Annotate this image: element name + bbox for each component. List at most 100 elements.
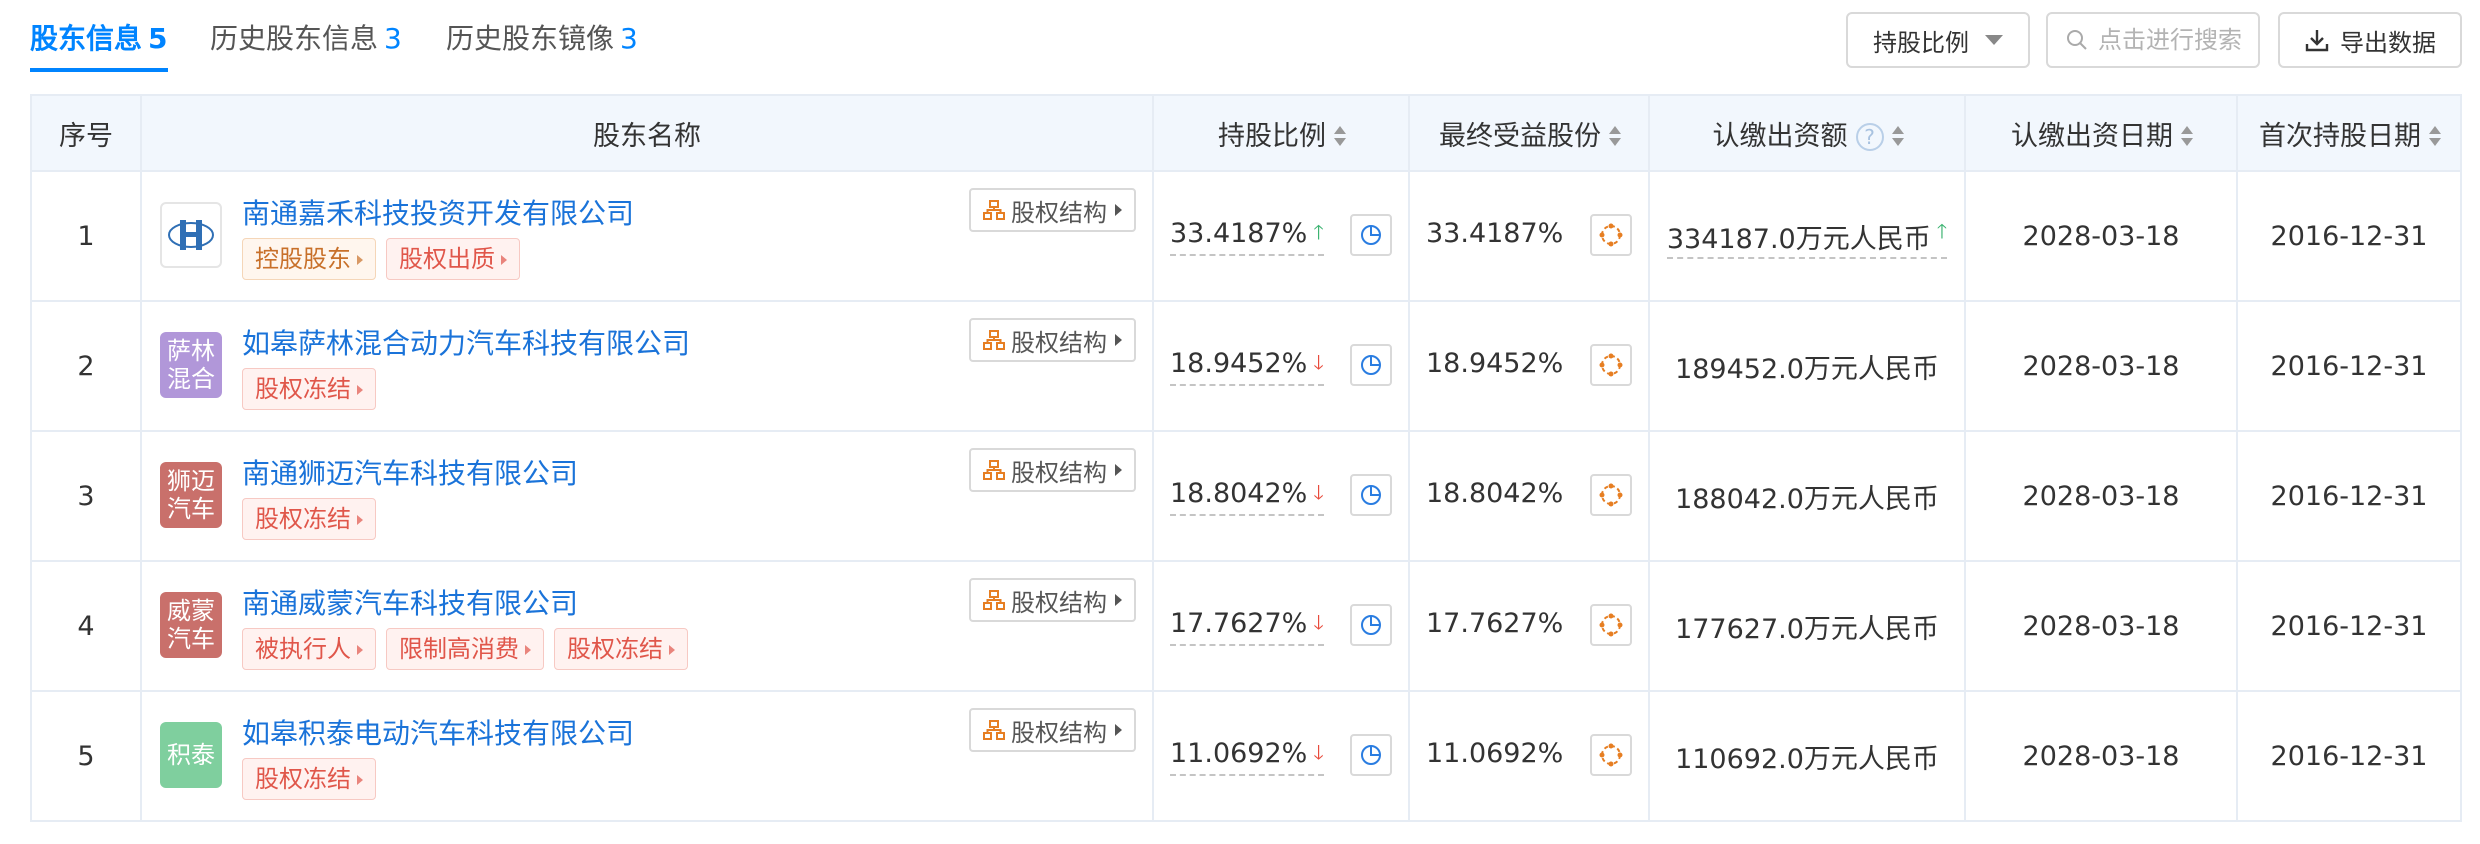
tab-history-shareholder-mirror[interactable]: 历史股东镜像 3 xyxy=(446,14,638,64)
search-input[interactable] xyxy=(2098,26,2258,54)
cell-index: 1 xyxy=(30,170,142,302)
help-icon[interactable]: ? xyxy=(1855,123,1884,151)
shareholder-table: 序号 股东名称 持股比例 最终受益股份 认缴出资额? 认缴出资日期 首次持股日期… xyxy=(30,94,2462,822)
tag-list: 被执行人 限制高消费 股权冻结 xyxy=(242,628,688,670)
pie-chart-icon[interactable] xyxy=(1350,344,1392,386)
arrow-up-icon: 🡑 xyxy=(1936,218,1948,243)
cell-ratio: 33.4187% 🡑 xyxy=(1152,170,1410,302)
search-icon xyxy=(2067,30,2087,50)
cell-capital-date: 2028-03-18 xyxy=(1964,170,2238,302)
pie-chart-icon[interactable] xyxy=(1350,604,1392,646)
pie-chart-icon[interactable] xyxy=(1350,734,1392,776)
penetration-icon[interactable] xyxy=(1590,604,1632,646)
company-logo-mark xyxy=(168,220,214,250)
caret-right-icon xyxy=(501,255,507,265)
caret-right-icon xyxy=(357,515,363,525)
cell-benefit: 33.4187% xyxy=(1408,170,1650,302)
header-capital[interactable]: 认缴出资额? xyxy=(1648,94,1966,172)
table-row: 2 萨林 混合 如皋萨林混合动力汽车科技有限公司 股权冻结 股权结构 18.945… xyxy=(30,300,2462,432)
cell-benefit: 17.7627% xyxy=(1408,560,1650,692)
search-box[interactable] xyxy=(2046,12,2260,68)
sort-icon[interactable] xyxy=(1609,126,1621,148)
ratio-value[interactable]: 18.9452% 🡓 xyxy=(1170,348,1324,386)
penetration-icon[interactable] xyxy=(1590,344,1632,386)
header-benefit[interactable]: 最终受益股份 xyxy=(1408,94,1650,172)
sort-icon[interactable] xyxy=(2429,126,2441,148)
penetration-icon[interactable] xyxy=(1590,734,1632,776)
table-row: 4 威蒙 汽车 南通威蒙汽车科技有限公司 被执行人 限制高消费 股权冻结 股权结构 1… xyxy=(30,560,2462,692)
caret-right-icon xyxy=(357,645,363,655)
equity-structure-button[interactable]: 股权结构 xyxy=(969,448,1136,492)
tag-list: 控股股东 股权出质 xyxy=(242,238,520,280)
cell-index: 4 xyxy=(30,560,142,692)
cell-ratio: 11.0692% 🡓 xyxy=(1152,690,1410,822)
risk-tag[interactable]: 被执行人 xyxy=(242,628,376,670)
chevron-down-icon xyxy=(1985,35,2003,45)
caret-right-icon xyxy=(1115,594,1122,606)
company-logo: 狮迈 汽车 xyxy=(160,462,222,528)
tag-list: 股权冻结 xyxy=(242,758,376,800)
ratio-value[interactable]: 11.0692% 🡓 xyxy=(1170,738,1324,776)
penetration-icon[interactable] xyxy=(1590,214,1632,256)
cell-ratio: 18.9452% 🡓 xyxy=(1152,300,1410,432)
download-icon xyxy=(2305,30,2329,52)
equity-structure-button[interactable]: 股权结构 xyxy=(969,578,1136,622)
company-logo: 萨林 混合 xyxy=(160,332,222,398)
risk-tag[interactable]: 股权出质 xyxy=(386,238,520,280)
ratio-value[interactable]: 17.7627% 🡓 xyxy=(1170,608,1324,646)
tab-history-shareholder-info[interactable]: 历史股东信息 3 xyxy=(210,14,402,64)
ratio-filter-dropdown[interactable]: 持股比例 xyxy=(1846,12,2030,68)
sort-icon[interactable] xyxy=(1334,126,1346,148)
org-chart-icon xyxy=(983,460,1005,480)
cell-name: 狮迈 汽车 南通狮迈汽车科技有限公司 股权冻结 股权结构 xyxy=(140,430,1154,562)
risk-tag[interactable]: 股权冻结 xyxy=(554,628,688,670)
header-first-date[interactable]: 首次持股日期 xyxy=(2236,94,2462,172)
cell-capital-date: 2028-03-18 xyxy=(1964,300,2238,432)
caret-right-icon xyxy=(669,645,675,655)
company-link[interactable]: 如皋积泰电动汽车科技有限公司 xyxy=(242,712,634,752)
tab-shareholder-info[interactable]: 股东信息 5 xyxy=(30,14,168,72)
equity-structure-button[interactable]: 股权结构 xyxy=(969,318,1136,362)
company-link[interactable]: 南通威蒙汽车科技有限公司 xyxy=(242,582,578,622)
cell-capital-date: 2028-03-18 xyxy=(1964,560,2238,692)
top-bar: 股东信息5 历史股东信息3 历史股东镜像3 持股比例 导出数据 xyxy=(0,0,2480,94)
equity-structure-button[interactable]: 股权结构 xyxy=(969,708,1136,752)
equity-structure-button[interactable]: 股权结构 xyxy=(969,188,1136,232)
caret-right-icon xyxy=(357,775,363,785)
cell-first-date: 2016-12-31 xyxy=(2236,560,2462,692)
pie-chart-icon[interactable] xyxy=(1350,474,1392,516)
header-capital-date[interactable]: 认缴出资日期 xyxy=(1964,94,2238,172)
risk-tag[interactable]: 限制高消费 xyxy=(386,628,544,670)
caret-right-icon xyxy=(525,645,531,655)
sort-icon[interactable] xyxy=(2181,126,2193,148)
company-logo: 威蒙 汽车 xyxy=(160,592,222,658)
risk-tag[interactable]: 股权冻结 xyxy=(242,368,376,410)
org-chart-icon xyxy=(983,720,1005,740)
tab-count: 3 xyxy=(384,22,402,55)
company-link[interactable]: 如皋萨林混合动力汽车科技有限公司 xyxy=(242,322,690,362)
tag-list: 股权冻结 xyxy=(242,368,376,410)
company-link[interactable]: 南通狮迈汽车科技有限公司 xyxy=(242,452,578,492)
risk-tag[interactable]: 股权冻结 xyxy=(242,758,376,800)
cell-benefit: 18.8042% xyxy=(1408,430,1650,562)
arrow-down-icon: 🡓 xyxy=(1313,480,1324,504)
ratio-value[interactable]: 33.4187% 🡑 xyxy=(1170,218,1324,256)
risk-tag[interactable]: 股权冻结 xyxy=(242,498,376,540)
ratio-filter-label: 持股比例 xyxy=(1873,28,1969,57)
header-ratio[interactable]: 持股比例 xyxy=(1152,94,1410,172)
pie-chart-icon[interactable] xyxy=(1350,214,1392,256)
cell-first-date: 2016-12-31 xyxy=(2236,170,2462,302)
company-logo: 积泰 xyxy=(160,722,222,788)
benefit-value: 33.4187% xyxy=(1426,218,1564,249)
cell-first-date: 2016-12-31 xyxy=(2236,430,2462,562)
penetration-icon[interactable] xyxy=(1590,474,1632,516)
company-link[interactable]: 南通嘉禾科技投资开发有限公司 xyxy=(242,192,634,232)
sort-icon[interactable] xyxy=(1891,126,1904,148)
export-data-button[interactable]: 导出数据 xyxy=(2278,12,2462,68)
cell-first-date: 2016-12-31 xyxy=(2236,300,2462,432)
caret-right-icon xyxy=(357,255,363,265)
benefit-value: 18.8042% xyxy=(1426,478,1564,509)
risk-tag[interactable]: 控股股东 xyxy=(242,238,376,280)
tag-list: 股权冻结 xyxy=(242,498,376,540)
ratio-value[interactable]: 18.8042% 🡓 xyxy=(1170,478,1324,516)
